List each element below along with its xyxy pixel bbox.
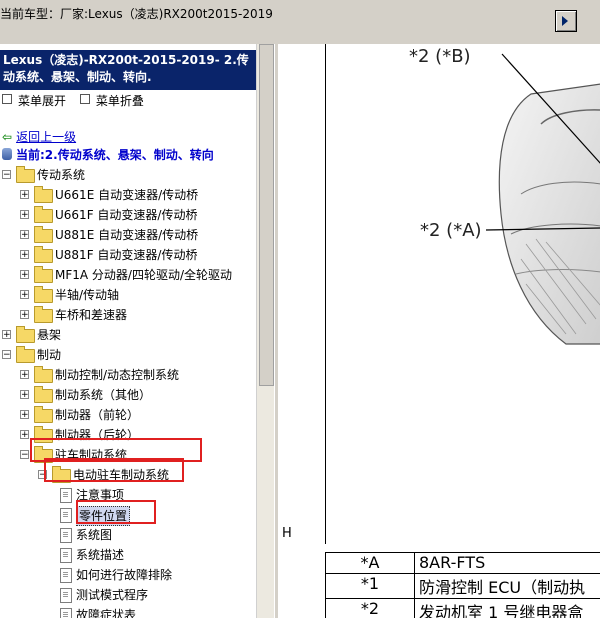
tree-scrollbar[interactable] <box>256 44 275 618</box>
expand-toggle-icon[interactable]: + <box>20 270 29 280</box>
tree-item-label: U881E 自动变速器/传动桥 <box>55 228 199 242</box>
back-link-row[interactable]: ⇦ 返回上一级 <box>2 128 76 145</box>
expand-toggle-icon[interactable]: + <box>20 190 29 200</box>
expand-toggle-icon[interactable]: + <box>20 430 29 440</box>
collapse-toggle-icon[interactable]: − <box>20 450 29 460</box>
expand-menu-button[interactable]: 菜单展开 <box>2 94 66 108</box>
tree-item-label: 制动系统（其他） <box>55 388 152 402</box>
folder-icon <box>34 226 53 243</box>
parts-legend-table: *A 8AR-FTS *1 防滑控制 ECU（制动执 *2 发动机室 1 号继电… <box>325 552 600 618</box>
expand-toggle-icon[interactable]: + <box>20 290 29 300</box>
tree-item-label: 故障症状表 <box>76 608 137 618</box>
folder-icon <box>34 366 53 383</box>
tree-item-label: 制动控制/动态控制系统 <box>55 368 180 382</box>
tree-item-label: 制动器（前轮） <box>55 408 140 422</box>
navigation-panel: Lexus（凌志)-RX200t-2015-2019- 2.传动系统、悬架、制动… <box>0 44 274 618</box>
document-icon <box>60 568 72 583</box>
folder-icon <box>34 386 53 403</box>
section-header: Lexus（凌志)-RX200t-2015-2019- 2.传动系统、悬架、制动… <box>0 50 256 90</box>
document-icon <box>60 588 72 603</box>
tree-item-label: U661E 自动变速器/传动桥 <box>55 188 199 202</box>
expand-toggle-icon[interactable]: + <box>20 230 29 240</box>
menu-actions: 菜单展开 菜单折叠 <box>2 92 154 109</box>
folder-icon <box>16 346 35 363</box>
tree-item-label: 制动 <box>37 348 62 362</box>
current-location-label: 当前:2.传动系统、悬架、制动、转向 <box>16 148 214 162</box>
collapse-menu-label: 菜单折叠 <box>95 94 144 108</box>
tree-item-label: MF1A 分动器/四轮驱动/全轮驱动 <box>55 268 233 282</box>
figure-corner-label: H <box>282 526 292 541</box>
database-icon <box>2 148 12 160</box>
table-row: *2 发动机室 1 号继电器盒 <box>325 598 600 618</box>
expand-toggle-icon[interactable]: + <box>20 410 29 420</box>
table-row: *1 防滑控制 ECU（制动执 <box>325 573 600 599</box>
tree-item-label: U661F 自动变速器/传动桥 <box>55 208 198 222</box>
folder-icon <box>34 186 53 203</box>
folder-icon <box>34 266 53 283</box>
current-model-title: 当前车型：厂家:Lexus（凌志)RX200t2015-2019 <box>0 7 273 21</box>
expand-toggle-icon[interactable]: + <box>20 250 29 260</box>
current-location: 当前:2.传动系统、悬架、制动、转向 <box>2 146 214 163</box>
collapse-toggle-icon[interactable]: − <box>2 350 11 360</box>
square-icon <box>2 94 12 104</box>
back-arrow-icon: ⇦ <box>2 130 13 144</box>
table-cell-code: *A <box>325 552 415 574</box>
tree-item-label: 如何进行故障排除 <box>76 568 173 582</box>
content-panel: *2 (*B) *2 (*A) H *A 8AR-FTS *1 防滑控制 ECU… <box>278 44 600 618</box>
document-icon <box>60 548 72 563</box>
model-bar: 当前车型：厂家:Lexus（凌志)RX200t2015-2019 <box>0 0 600 45</box>
collapse-menu-button[interactable]: 菜单折叠 <box>79 94 144 108</box>
tree-item-label: 传动系统 <box>37 168 86 182</box>
table-cell-desc: 8AR-FTS <box>414 552 600 574</box>
play-arrow-icon <box>562 16 568 26</box>
document-icon <box>60 608 72 618</box>
expand-toggle-icon[interactable]: + <box>20 310 29 320</box>
folder-icon <box>34 246 53 263</box>
tree-item-label: U881F 自动变速器/传动桥 <box>55 248 198 262</box>
expand-toggle-icon[interactable]: + <box>20 370 29 380</box>
folder-icon <box>16 166 35 183</box>
table-cell-code: *1 <box>325 573 415 599</box>
square-icon <box>79 94 90 104</box>
folder-icon <box>34 286 53 303</box>
document-icon <box>60 528 72 543</box>
collapse-toggle-icon[interactable]: − <box>2 170 11 180</box>
expand-toggle-icon[interactable]: + <box>20 390 29 400</box>
highlight-box-electric-parking-brake <box>44 458 184 482</box>
tree-item-label: 悬架 <box>37 328 62 342</box>
back-link[interactable]: 返回上一级 <box>16 130 76 144</box>
tree-item-label: 半轴/传动轴 <box>55 288 120 302</box>
parts-location-figure: *2 (*B) *2 (*A) <box>325 44 600 544</box>
table-cell-code: *2 <box>325 598 415 618</box>
tree-item-label: 系统描述 <box>76 548 125 562</box>
callout-2b: *2 (*B) <box>409 46 471 67</box>
expand-toggle-icon[interactable]: + <box>20 210 29 220</box>
document-icon <box>60 508 72 523</box>
highlight-box-parts-location <box>76 500 156 524</box>
document-icon <box>60 488 72 503</box>
table-row: *A 8AR-FTS <box>325 552 600 574</box>
folder-icon <box>34 306 53 323</box>
folder-icon <box>34 406 53 423</box>
expand-menu-label: 菜单展开 <box>18 94 67 108</box>
table-cell-desc: 发动机室 1 号继电器盒 <box>414 598 600 618</box>
vehicle-illustration <box>485 53 600 345</box>
scrollbar-thumb[interactable] <box>259 44 274 386</box>
panel-toggle-button[interactable] <box>555 10 577 32</box>
tree-item-label: 系统图 <box>76 528 113 542</box>
callout-2a: *2 (*A) <box>420 220 482 241</box>
folder-icon <box>16 326 35 343</box>
tree-item-label: 测试模式程序 <box>76 588 149 602</box>
tree-item-label: 车桥和差速器 <box>55 308 128 322</box>
table-cell-desc: 防滑控制 ECU（制动执 <box>414 573 600 599</box>
folder-icon <box>34 206 53 223</box>
expand-toggle-icon[interactable]: + <box>2 330 11 340</box>
